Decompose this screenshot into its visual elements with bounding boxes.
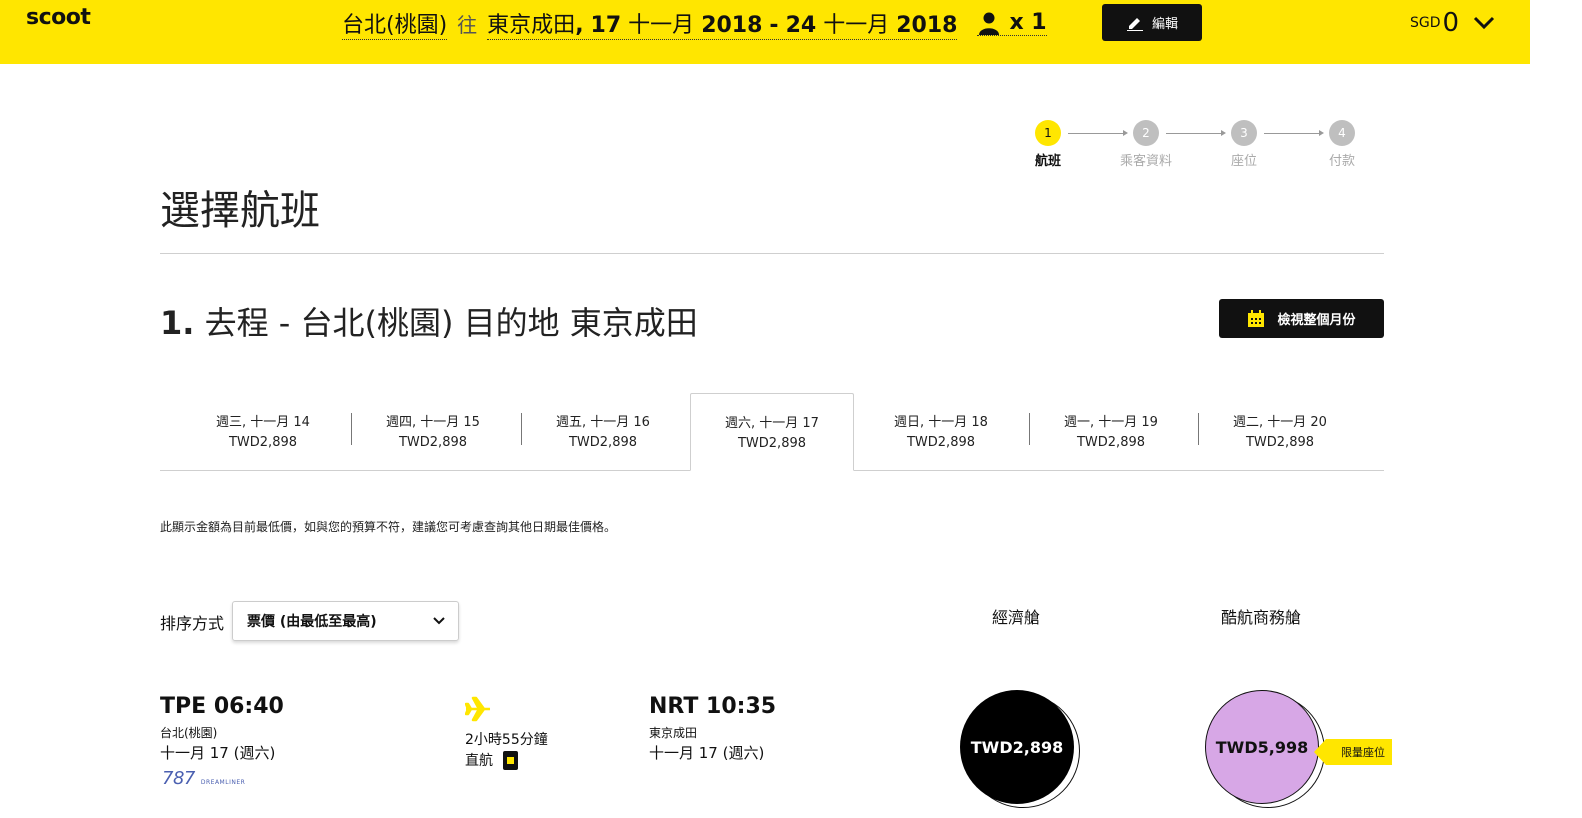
top-bar: scoot 台北(桃園) 往 東京成田, 17 十一月 2018 - 24 十一… [0, 0, 1530, 64]
view-month-button[interactable]: 檢視整個月份 [1219, 299, 1384, 338]
entertainment-device-icon [503, 750, 518, 770]
date-tab-selected[interactable]: 週六, 十一月 17 TWD2,898 [690, 393, 854, 471]
depart-year: 2018 [701, 12, 763, 38]
calendar-icon [1248, 309, 1265, 327]
economy-column-header: 經濟艙 [991, 608, 1040, 627]
cart-amount: 0 [1442, 8, 1460, 38]
step-connector [1166, 130, 1226, 136]
booking-progress: 1 航班 2 乘客資料 3 座位 4 付款 [1028, 120, 1358, 176]
departure-city: 台北(桃園) [160, 726, 218, 740]
return-month: 十一月 [823, 12, 890, 38]
date-tab[interactable]: 週三, 十一月 14 TWD2,898 [181, 393, 345, 471]
depart-day: 17 [590, 12, 622, 38]
person-icon [979, 12, 1000, 35]
business-fare-button[interactable]: TWD5,998 [1205, 690, 1319, 804]
date-tabs: 週三, 十一月 14 TWD2,898 週四, 十一月 15 TWD2,898 … [160, 393, 1384, 471]
pencil-icon [1126, 17, 1143, 31]
arrival-date: 十一月 17 (週六) [649, 744, 765, 762]
route-summary[interactable]: 台北(桃園) 往 東京成田, 17 十一月 2018 - 24 十一月 2018… [342, 6, 1047, 40]
price-notice: 此顯示金額為目前最低價，如與您的預算不符，建議您可考慮查詢其他日期最佳價格。 [160, 520, 617, 534]
step-payment: 4 付款 [1322, 120, 1362, 169]
departure-time: TPE 06:40 [160, 694, 284, 719]
step-seat: 3 座位 [1224, 120, 1264, 169]
flight-duration: 2小時55分鐘 [465, 732, 548, 748]
plane-icon [465, 696, 490, 722]
depart-month: 十一月 [628, 12, 695, 38]
date-tab[interactable]: 週一, 十一月 19 TWD2,898 [1029, 393, 1193, 471]
aircraft-type: 787 DREAMLINER [162, 768, 246, 789]
destination-city: 東京成田 [487, 12, 576, 38]
chevron-down-icon [1474, 16, 1495, 30]
arrival-city: 東京成田 [649, 726, 698, 740]
route-connector: 往 [457, 12, 478, 37]
outbound-section-title: 1. 去程 - 台北(桃園) 目的地 東京成田 [160, 304, 698, 342]
step-connector [1068, 130, 1128, 136]
sort-label: 排序方式 [160, 614, 225, 633]
currency-code: SGD [1410, 15, 1441, 31]
date-tab[interactable]: 週四, 十一月 15 TWD2,898 [351, 393, 515, 471]
date-tab[interactable]: 週日, 十一月 18 TWD2,898 [859, 393, 1023, 471]
sort-select[interactable]: 票價 (由最低至最高) [232, 601, 459, 641]
date-tab[interactable]: 週五, 十一月 16 TWD2,898 [521, 393, 685, 471]
trip-dates[interactable]: 東京成田, 17 十一月 2018 - 24 十一月 2018 [487, 7, 958, 40]
passenger-count[interactable]: x 1 [977, 10, 1047, 36]
economy-fare-button[interactable]: TWD2,898 [960, 690, 1074, 804]
business-column-header: 酷航商務艙 [1220, 608, 1301, 627]
date-tab[interactable]: 週二, 十一月 20 TWD2,898 [1198, 393, 1362, 471]
departure-date: 十一月 17 (週六) [160, 744, 276, 762]
step-flight: 1 航班 [1028, 120, 1068, 169]
return-day: 24 [785, 12, 817, 38]
divider [160, 253, 1384, 254]
edit-search-button[interactable]: 編輯 [1102, 4, 1202, 41]
origin-city[interactable]: 台北(桃園) [342, 7, 448, 40]
limited-seats-badge: 限量座位 [1314, 739, 1392, 765]
scoot-logo[interactable]: scoot [26, 5, 91, 30]
return-year: 2018 [896, 12, 958, 38]
step-passenger: 2 乘客資料 [1120, 120, 1172, 169]
chevron-down-icon [433, 617, 445, 625]
arrival-time: NRT 10:35 [649, 694, 777, 719]
step-connector [1264, 130, 1324, 136]
page-title: 選擇航班 [160, 188, 320, 234]
currency-selector[interactable]: SGD 0 [1410, 8, 1495, 38]
flight-stops: 直航 [465, 750, 518, 770]
